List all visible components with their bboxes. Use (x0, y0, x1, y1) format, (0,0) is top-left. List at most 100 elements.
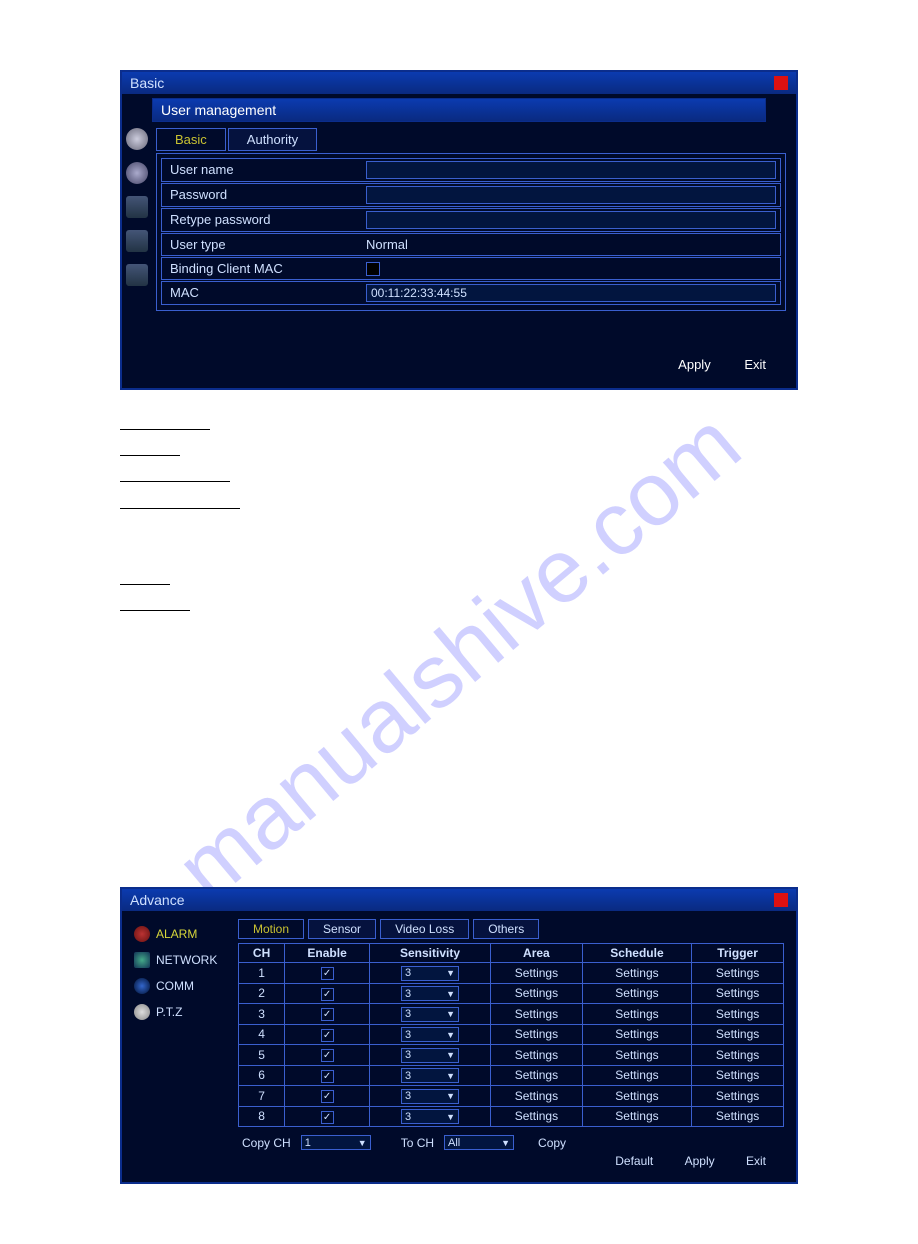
exit-button[interactable]: Exit (746, 1154, 766, 1168)
tab-others[interactable]: Others (473, 919, 539, 939)
enable-checkbox[interactable]: ✓ (321, 1008, 334, 1021)
password-input[interactable] (366, 186, 776, 204)
username-input[interactable] (366, 161, 776, 179)
area-settings-button[interactable]: Settings (491, 1024, 583, 1045)
sensitivity-select[interactable]: 3▼ (401, 966, 459, 981)
sensitivity-select[interactable]: 3▼ (401, 1068, 459, 1083)
nav-label: NETWORK (156, 953, 217, 967)
schedule-settings-button[interactable]: Settings (582, 1065, 691, 1086)
enable-checkbox[interactable]: ✓ (321, 1049, 334, 1062)
sensitivity-select[interactable]: 3▼ (401, 1027, 459, 1042)
disc-icon[interactable] (126, 162, 148, 184)
tab-motion[interactable]: Motion (238, 919, 304, 939)
area-settings-button[interactable]: Settings (491, 1106, 583, 1127)
enable-checkbox[interactable]: ✓ (321, 1029, 334, 1042)
cell-ch: 5 (239, 1045, 285, 1066)
apply-button[interactable]: Apply (685, 1154, 715, 1168)
default-button[interactable]: Default (615, 1154, 653, 1168)
mac-input[interactable] (366, 284, 776, 302)
retype-label: Retype password (162, 209, 362, 231)
enable-checkbox[interactable]: ✓ (321, 1111, 334, 1124)
trigger-settings-button[interactable]: Settings (692, 1024, 784, 1045)
usertype-value[interactable]: Normal (362, 234, 780, 255)
area-settings-button[interactable]: Settings (491, 1004, 583, 1025)
advance-window: Advance ALARM NETWORK COMM P. (120, 887, 798, 1184)
sensitivity-select[interactable]: 3▼ (401, 1048, 459, 1063)
col-sensitivity: Sensitivity (369, 944, 490, 963)
enable-checkbox[interactable]: ✓ (321, 1090, 334, 1103)
username-label: User name (162, 159, 362, 181)
copy-ch-select[interactable]: 1▼ (301, 1135, 371, 1150)
nav-ptz[interactable]: P.T.Z (126, 999, 236, 1025)
sensitivity-select[interactable]: 3▼ (401, 986, 459, 1001)
area-settings-button[interactable]: Settings (491, 983, 583, 1004)
trigger-settings-button[interactable]: Settings (692, 983, 784, 1004)
tab-authority[interactable]: Authority (228, 128, 317, 151)
trigger-settings-button[interactable]: Settings (692, 1106, 784, 1127)
area-settings-button[interactable]: Settings (491, 1086, 583, 1107)
cell-ch: 6 (239, 1065, 285, 1086)
schedule-settings-button[interactable]: Settings (582, 983, 691, 1004)
cell-sensitivity: 3▼ (369, 1024, 490, 1045)
comm-icon (134, 978, 150, 994)
nav-label: P.T.Z (156, 1005, 182, 1019)
nav-alarm[interactable]: ALARM (126, 921, 236, 947)
apply-button[interactable]: Apply (678, 357, 711, 372)
close-icon[interactable] (774, 893, 788, 907)
tab-sensor[interactable]: Sensor (308, 919, 376, 939)
alarm-icon (134, 926, 150, 942)
schedule-settings-button[interactable]: Settings (582, 1004, 691, 1025)
window-title: Advance (130, 892, 184, 908)
titlebar-advance: Advance (122, 889, 796, 911)
user-management-title: User management (152, 98, 766, 122)
area-settings-button[interactable]: Settings (491, 1045, 583, 1066)
table-row: 1✓3▼SettingsSettingsSettings (239, 963, 784, 984)
to-ch-select[interactable]: All▼ (444, 1135, 514, 1150)
col-enable: Enable (285, 944, 370, 963)
nav-label: ALARM (156, 927, 197, 941)
trigger-settings-button[interactable]: Settings (692, 963, 784, 984)
binding-checkbox[interactable] (366, 262, 380, 276)
chart-icon[interactable] (126, 230, 148, 252)
sensitivity-select[interactable]: 3▼ (401, 1089, 459, 1104)
tab-video-loss[interactable]: Video Loss (380, 919, 469, 939)
table-row: 2✓3▼SettingsSettingsSettings (239, 983, 784, 1004)
schedule-settings-button[interactable]: Settings (582, 1045, 691, 1066)
sensitivity-select[interactable]: 3▼ (401, 1109, 459, 1124)
trigger-settings-button[interactable]: Settings (692, 1086, 784, 1107)
schedule-settings-button[interactable]: Settings (582, 1086, 691, 1107)
tab-basic[interactable]: Basic (156, 128, 226, 151)
area-settings-button[interactable]: Settings (491, 963, 583, 984)
enable-checkbox[interactable]: ✓ (321, 967, 334, 980)
form: User name Password Retype password User … (156, 153, 786, 311)
trigger-settings-button[interactable]: Settings (692, 1045, 784, 1066)
schedule-settings-button[interactable]: Settings (582, 963, 691, 984)
area-settings-button[interactable]: Settings (491, 1065, 583, 1086)
trigger-settings-button[interactable]: Settings (692, 1065, 784, 1086)
exit-button[interactable]: Exit (744, 357, 766, 372)
copy-button[interactable]: Copy (538, 1136, 566, 1150)
cell-sensitivity: 3▼ (369, 963, 490, 984)
users-icon[interactable] (126, 264, 148, 286)
display-icon[interactable] (126, 196, 148, 218)
nav-comm[interactable]: COMM (126, 973, 236, 999)
cell-sensitivity: 3▼ (369, 1004, 490, 1025)
sensitivity-select[interactable]: 3▼ (401, 1007, 459, 1022)
close-icon[interactable] (774, 76, 788, 90)
cell-ch: 2 (239, 983, 285, 1004)
enable-checkbox[interactable]: ✓ (321, 988, 334, 1001)
chevron-down-icon: ▼ (446, 1030, 455, 1040)
nav-network[interactable]: NETWORK (126, 947, 236, 973)
enable-checkbox[interactable]: ✓ (321, 1070, 334, 1083)
inner-title-label: User management (161, 102, 276, 118)
gear-icon[interactable] (126, 128, 148, 150)
chevron-down-icon: ▼ (446, 1091, 455, 1101)
trigger-settings-button[interactable]: Settings (692, 1004, 784, 1025)
table-row: 5✓3▼SettingsSettingsSettings (239, 1045, 784, 1066)
schedule-settings-button[interactable]: Settings (582, 1024, 691, 1045)
chevron-down-icon: ▼ (501, 1138, 510, 1148)
retype-input[interactable] (366, 211, 776, 229)
schedule-settings-button[interactable]: Settings (582, 1106, 691, 1127)
ptz-icon (134, 1004, 150, 1020)
titlebar-basic: Basic (122, 72, 796, 94)
